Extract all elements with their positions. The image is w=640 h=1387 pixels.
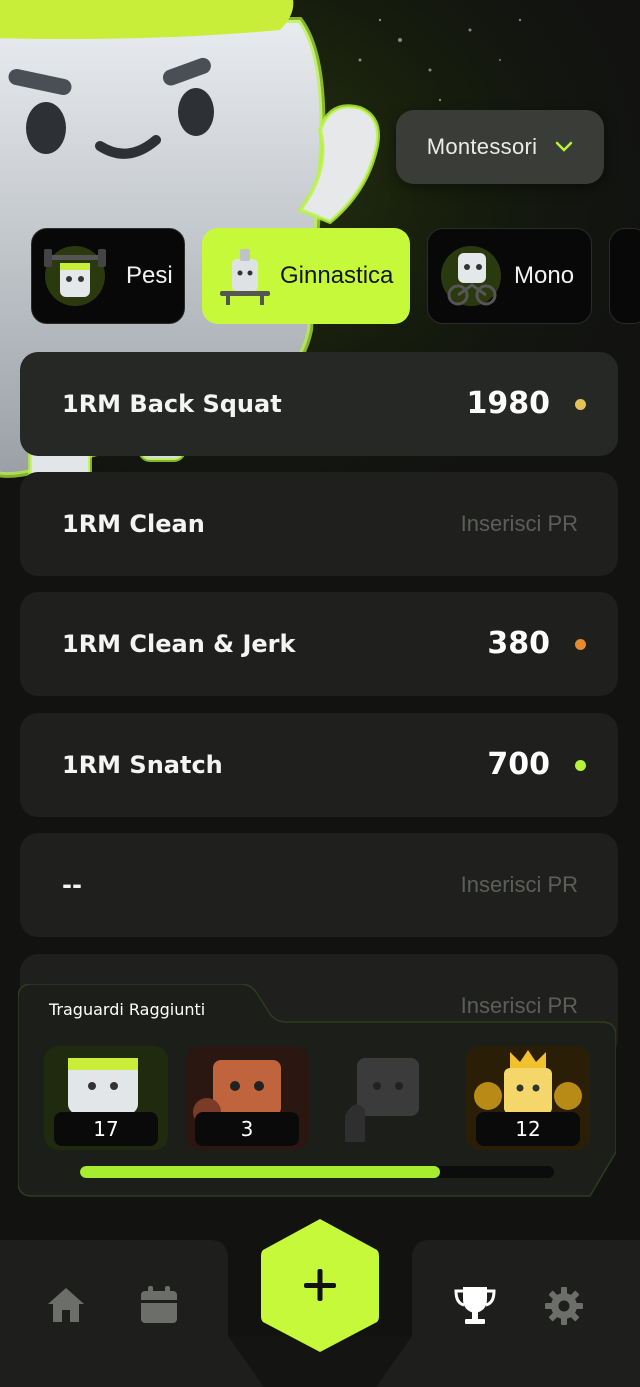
record-name: 1RM Back Squat (62, 390, 282, 418)
record-value: 380 (487, 626, 550, 661)
record-name: 1RM Clean & Jerk (62, 630, 296, 658)
tab-label: Pesi (126, 262, 173, 289)
mascot-weights-icon (44, 246, 106, 306)
record-name: 1RM Snatch (62, 751, 223, 779)
category-tabs: Pesi Ginnastica Mono (0, 228, 640, 326)
mascot-gymnastics-icon (220, 249, 270, 305)
status-dot (575, 760, 586, 771)
badge-headband[interactable]: 17 (44, 1046, 168, 1150)
record-row-clean-and-jerk[interactable]: 1RM Clean & Jerk 380 (20, 592, 618, 696)
badge-count: 3 (195, 1112, 299, 1146)
gym-selector-label: Montessori (426, 134, 538, 159)
badge-gold-trophy[interactable]: 12 (466, 1046, 590, 1150)
status-dot (575, 399, 586, 410)
settings-icon (545, 1287, 583, 1325)
record-name: 1RM Clean (62, 510, 205, 538)
record-placeholder: Inserisci PR (460, 511, 578, 536)
trophy-icon (454, 1287, 496, 1324)
tab-pesi[interactable]: Pesi (31, 228, 185, 324)
nav-settings-button[interactable] (542, 1284, 586, 1328)
tab-label: Mono (514, 262, 575, 289)
add-icon (261, 1219, 379, 1352)
record-row-empty[interactable]: -- Inserisci PR (20, 833, 618, 937)
record-placeholder: Inserisci PR (460, 872, 578, 897)
record-value: 1980 (466, 386, 551, 421)
record-row-clean[interactable]: 1RM Clean Inserisci PR (20, 472, 618, 576)
mascot-bike-icon (441, 246, 501, 306)
gym-selector-dropdown[interactable]: Montessori (396, 110, 604, 184)
status-dot (575, 639, 586, 650)
nav-home-button[interactable] (44, 1282, 88, 1326)
nav-calendar-button[interactable] (138, 1284, 180, 1326)
tab-ginnastica[interactable]: Ginnastica (202, 228, 410, 324)
record-value: 700 (487, 747, 550, 782)
milestones-progress-bar (80, 1166, 554, 1178)
record-name: -- (62, 871, 82, 899)
badge-locked[interactable] (325, 1046, 449, 1150)
badge-robot[interactable]: 3 (185, 1046, 309, 1150)
milestones-panel: Traguardi Raggiunti 17 3 12 (18, 984, 616, 1197)
chevron-down-icon (556, 141, 573, 152)
tab-label: Ginnastica (280, 262, 394, 289)
progress-fill (80, 1166, 441, 1178)
tab-mono[interactable]: Mono (427, 228, 592, 324)
record-row-snatch[interactable]: 1RM Snatch 700 (20, 713, 618, 817)
milestones-title: Traguardi Raggiunti (49, 1000, 206, 1019)
badge-count: 17 (54, 1112, 158, 1146)
record-row-back-squat[interactable]: 1RM Back Squat 1980 (20, 352, 618, 456)
bottom-navigation (0, 1216, 640, 1387)
home-icon (48, 1288, 84, 1322)
calendar-icon (141, 1286, 177, 1323)
tab-next-partial[interactable] (609, 228, 640, 324)
mascot-locked-badge (325, 1046, 449, 1150)
nav-trophy-button[interactable] (452, 1282, 498, 1328)
badge-count: 12 (476, 1112, 580, 1146)
add-entry-button[interactable] (259, 1216, 381, 1354)
